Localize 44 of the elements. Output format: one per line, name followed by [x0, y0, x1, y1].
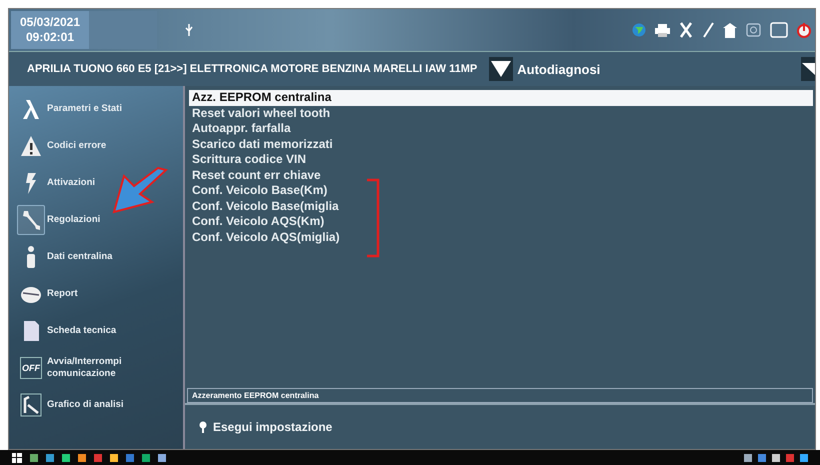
list-item[interactable]: Autoappr. farfalla	[189, 121, 813, 136]
list-item[interactable]: Reset valori wheel tooth	[189, 106, 813, 121]
sidebar-item[interactable]: Regolazioni	[17, 203, 183, 237]
vehicle-title: APRILIA TUONO 660 E5 [21>>] ELETTRONICA MOTORE BENZINA MARELLI IAW 11MP	[27, 63, 478, 75]
power-icon[interactable]	[797, 22, 811, 38]
warning-icon	[20, 134, 42, 158]
sidebar-item[interactable]: Dati centralina	[17, 240, 183, 274]
dropdown-icon[interactable]	[489, 57, 514, 81]
arrow-drawing	[112, 166, 168, 216]
printer-icon[interactable]	[655, 23, 670, 37]
tools-icon[interactable]	[679, 22, 693, 38]
monitor-icon[interactable]	[770, 22, 788, 38]
description-text: Azzeramento EEPROM centralina	[187, 388, 813, 403]
off-icon: OFF	[20, 357, 42, 379]
list-item[interactable]: Scrittura codice VIN	[189, 152, 813, 168]
list-item[interactable]: Scarico dati memorizzati	[189, 136, 813, 152]
wrench-icon	[20, 208, 42, 232]
key-icon	[199, 421, 207, 433]
date-text: 05/03/2021	[20, 15, 80, 30]
chart-icon	[20, 393, 42, 417]
list-item[interactable]: Conf. Veicolo Base(Km)	[189, 183, 813, 198]
home-icon[interactable]	[723, 22, 737, 38]
dropdown-icon[interactable]	[801, 57, 815, 81]
pen-icon[interactable]	[702, 22, 714, 38]
camera-icon[interactable]	[746, 23, 761, 37]
execute-button[interactable]: Esegui impostazione	[193, 419, 338, 435]
sidebar-item[interactable]: Parametri e Stati	[17, 92, 183, 126]
sidebar-item[interactable]: Report	[17, 277, 183, 311]
windows-icon[interactable]	[12, 452, 22, 462]
list-item[interactable]: Conf. Veicolo Base(miglia	[189, 198, 813, 214]
list-item[interactable]: Reset count err chiave	[189, 168, 813, 183]
sidebar-item[interactable]: Attivazioni	[17, 166, 183, 200]
list-item[interactable]: Conf. Veicolo AQS(miglia)	[189, 230, 813, 245]
header-panel	[89, 11, 157, 49]
globe-icon[interactable]	[632, 23, 646, 37]
usb-icon[interactable]	[185, 24, 193, 36]
sidebar-item[interactable]: Grafico di analisi	[17, 388, 183, 422]
list-item[interactable]: Conf. Veicolo AQS(Km)	[189, 214, 813, 230]
mode-label: Autodiagnosi	[517, 62, 600, 76]
sidebar-item[interactable]: Codici errore	[17, 129, 183, 163]
lambda-icon	[20, 97, 42, 121]
list-item[interactable]: Azz. EEPROM centralina	[189, 90, 813, 106]
time-text: 09:02:01	[26, 30, 74, 45]
sidebar-item[interactable]: Scheda tecnica	[17, 314, 183, 348]
